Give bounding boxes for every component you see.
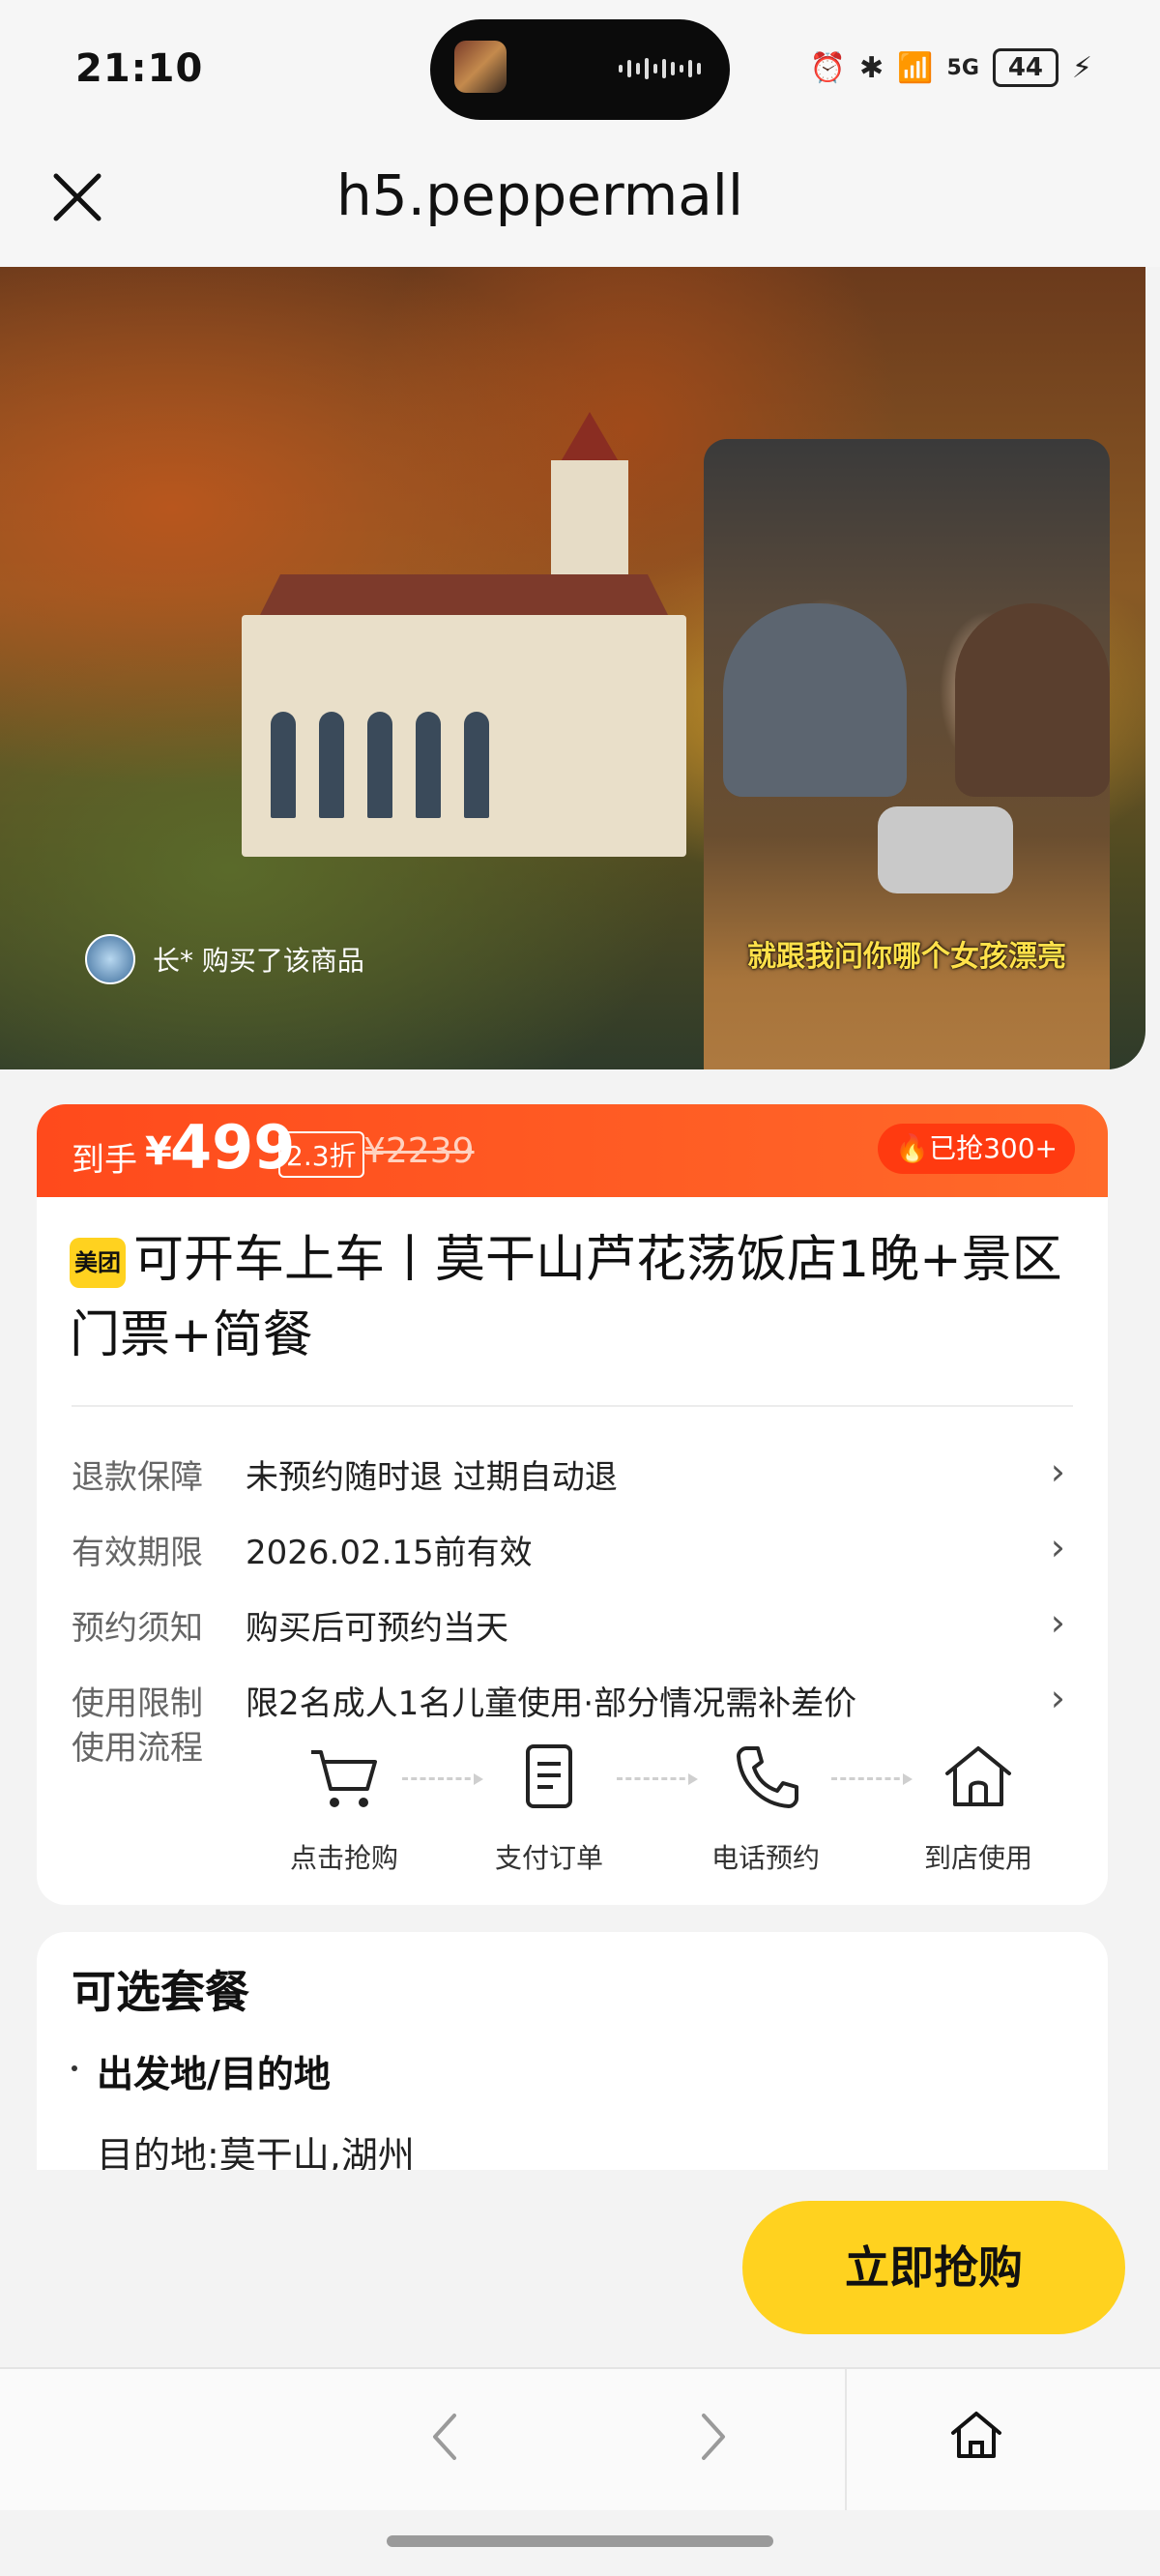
- back-button[interactable]: [425, 2408, 464, 2481]
- close-icon: [53, 173, 102, 221]
- info-value: 未预约随时退 过期自动退: [246, 1458, 618, 1497]
- info-row-refund[interactable]: 退款保障 未预约随时退 过期自动退 ›: [72, 1443, 1073, 1501]
- flow-label: 使用流程: [72, 1729, 203, 1768]
- price-currency: ¥: [145, 1129, 172, 1174]
- flow-step-label: 到店使用: [923, 1842, 1032, 1874]
- flow-step-label: 支付订单: [494, 1842, 603, 1874]
- window: [464, 712, 489, 818]
- window: [319, 712, 344, 818]
- bullet-dot: [72, 2065, 77, 2071]
- sold-count: 已抢300+: [929, 1132, 1058, 1164]
- package-title: 可选套餐: [72, 1966, 249, 2018]
- floating-video[interactable]: 就跟我问你哪个女孩漂亮: [704, 439, 1110, 1069]
- cart-icon: [311, 1750, 377, 1807]
- chevron-right-icon: ›: [1050, 1450, 1065, 1493]
- info-value: 购买后可预约当天: [246, 1609, 508, 1648]
- home-icon: [945, 1746, 1011, 1806]
- gesture-bar[interactable]: [387, 2535, 773, 2547]
- page-url: h5.peppermall: [336, 162, 744, 228]
- flow-step: 点击抢购: [276, 1742, 412, 1876]
- browser-header: h5.peppermall: [0, 145, 1160, 267]
- charging-icon: ⚡: [1071, 50, 1092, 85]
- flow-arrow: [831, 1773, 913, 1785]
- flow-step: 电话预约: [698, 1742, 833, 1876]
- document-icon: [526, 1744, 572, 1808]
- discount-badge: 2.3折: [278, 1131, 364, 1178]
- product-card: 到手 ¥ 499 2.3折 ¥2239 🔥已抢300+ 美团 可开车上车丨莫干山芦…: [37, 1104, 1108, 1905]
- window: [416, 712, 441, 818]
- hero-image[interactable]: 长* 购买了该商品 就跟我问你哪个女孩漂亮: [0, 267, 1146, 1069]
- flow-step-label: 电话预约: [710, 1842, 820, 1874]
- toolbar-divider: [845, 2369, 847, 2510]
- info-key: 有效期限: [72, 1534, 203, 1572]
- window: [367, 712, 392, 818]
- chevron-right-icon: ›: [1050, 1601, 1065, 1644]
- chevron-right-icon: ›: [1050, 1526, 1065, 1568]
- product-title-block: 美团 可开车上车丨莫干山芦花荡饭店1晚+景区门票+简餐: [70, 1222, 1075, 1373]
- meituan-badge: 美团: [70, 1238, 126, 1288]
- flow-arrow: [402, 1773, 483, 1785]
- info-key: 退款保障: [72, 1458, 203, 1497]
- flow-step: 支付订单: [481, 1742, 617, 1876]
- package-subtitle: 出发地/目的地: [97, 2053, 331, 2095]
- fire-icon: 🔥: [895, 1132, 930, 1164]
- alarm-icon: ⏰: [809, 50, 847, 85]
- phone-icon: [737, 1746, 798, 1808]
- info-row-validity[interactable]: 有效期限 2026.02.15前有效 ›: [72, 1518, 1073, 1576]
- video-hotpot: [878, 806, 1013, 893]
- info-key: 使用限制: [72, 1684, 203, 1723]
- status-icons: ⏰ ✱ 📶 5G 44 ⚡: [810, 48, 1092, 87]
- price-label: 到手: [72, 1141, 137, 1180]
- status-time: 21:10: [75, 46, 204, 91]
- wifi-icon: 📶: [897, 50, 934, 85]
- buy-now-button[interactable]: 立即抢购: [742, 2201, 1125, 2334]
- home-icon: [951, 2412, 1001, 2458]
- video-person: [723, 603, 907, 797]
- buyer-notice: 长* 购买了该商品: [85, 934, 364, 984]
- network-label: 5G: [946, 55, 979, 80]
- info-value: 2026.02.15前有效: [246, 1534, 533, 1572]
- product-title: 可开车上车丨莫干山芦花荡饭店1晚+景区门票+简餐: [70, 1231, 1062, 1364]
- window: [271, 712, 296, 818]
- status-bar: 21:10 ⏰ ✱ 📶 5G 44 ⚡: [0, 0, 1160, 145]
- home-button[interactable]: [947, 2406, 1005, 2468]
- chevron-right-icon: ›: [1050, 1677, 1065, 1719]
- close-button[interactable]: [48, 168, 106, 226]
- video-person: [955, 603, 1110, 797]
- buyer-text: 长* 购买了该商品: [153, 945, 364, 977]
- forward-button[interactable]: [694, 2408, 733, 2481]
- audio-wave-icon: [619, 56, 706, 81]
- flow-arrow: [617, 1773, 698, 1785]
- bluetooth-icon: ✱: [859, 50, 884, 85]
- info-key: 预约须知: [72, 1609, 203, 1648]
- original-price: ¥2239: [363, 1131, 475, 1171]
- price-value: 499: [170, 1112, 296, 1183]
- package-card: 可选套餐 出发地/目的地 目的地:莫干山,湖州: [37, 1932, 1108, 2170]
- info-row-usage[interactable]: 使用限制 限2名成人1名儿童使用·部分情况需补差价 ›: [72, 1669, 1073, 1727]
- browser-toolbar: [0, 2367, 1160, 2510]
- battery-icon: 44: [992, 48, 1058, 87]
- divider: [72, 1405, 1073, 1407]
- chevron-left-icon: [433, 2414, 456, 2460]
- sold-count-badge: 🔥已抢300+: [878, 1124, 1075, 1174]
- video-caption: 就跟我问你哪个女孩漂亮: [747, 940, 1066, 974]
- now-playing-art: [454, 41, 507, 93]
- chevron-right-icon: [702, 2414, 725, 2460]
- flow-step: 到店使用: [911, 1742, 1046, 1876]
- flow-step-label: 点击抢购: [289, 1842, 398, 1874]
- info-row-booking[interactable]: 预约须知 购买后可预约当天 ›: [72, 1594, 1073, 1652]
- package-destination[interactable]: 目的地:莫干山,湖州: [97, 2125, 415, 2170]
- info-value: 限2名成人1名儿童使用·部分情况需补差价: [246, 1684, 857, 1723]
- price-bar: 到手 ¥ 499 2.3折 ¥2239 🔥已抢300+: [37, 1104, 1108, 1197]
- avatar: [85, 934, 135, 984]
